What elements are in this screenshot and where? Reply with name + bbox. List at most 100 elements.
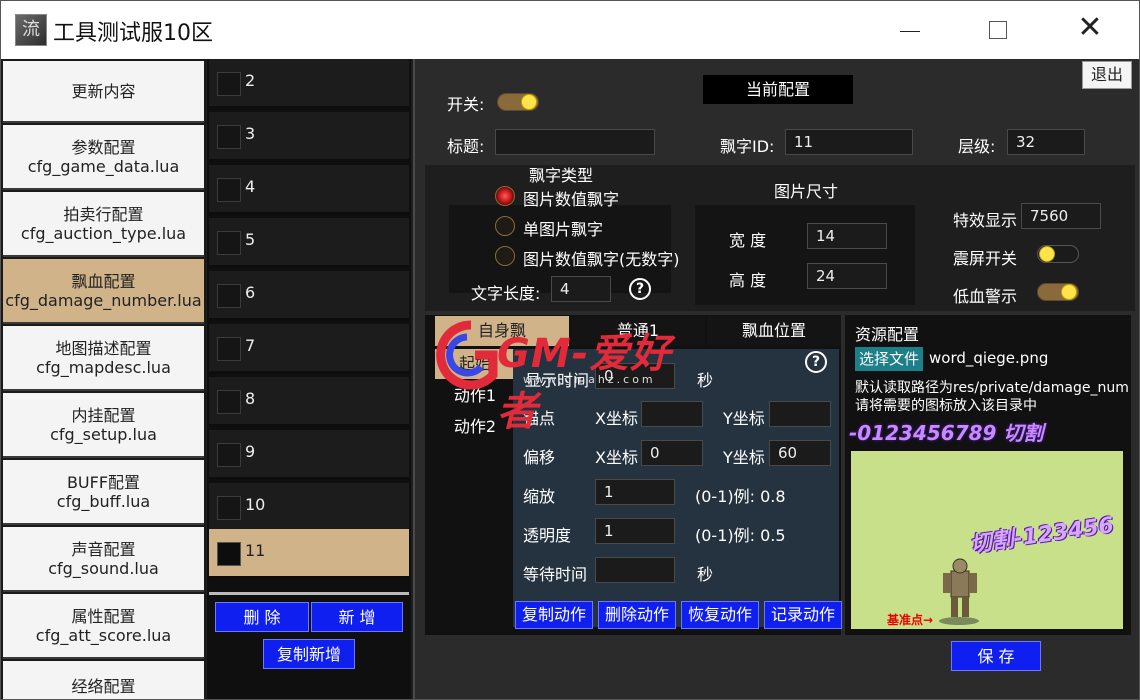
list-item[interactable]: 8 xyxy=(209,377,409,427)
display-time-label: 显示时间 xyxy=(525,371,590,390)
list-item-checkbox[interactable] xyxy=(217,178,241,202)
subtab-action2[interactable]: 动作2 xyxy=(435,412,515,442)
sidebar-item-buff[interactable]: BUFF配置 cfg_buff.lua xyxy=(3,460,204,525)
list-item-checkbox[interactable] xyxy=(217,443,241,467)
tab-self[interactable]: 自身飘 xyxy=(435,316,569,346)
shake-toggle[interactable] xyxy=(1037,245,1079,263)
list-item[interactable]: 3 xyxy=(209,112,409,162)
title-input[interactable] xyxy=(495,129,655,155)
preview-canvas: 切割-123456 基准点→ xyxy=(851,451,1123,629)
width-input[interactable]: 14 xyxy=(807,223,887,249)
resource-title: 资源配置 xyxy=(855,325,920,344)
list-item-checkbox[interactable] xyxy=(217,390,241,414)
tab-target[interactable]: 普通1 xyxy=(571,316,705,346)
text-length-input[interactable]: 4 xyxy=(551,276,611,302)
list-item-id: 8 xyxy=(245,389,256,408)
copy-action-button[interactable]: 复制动作 xyxy=(515,601,593,629)
alpha-hint: (0-1)例: 0.5 xyxy=(695,526,786,545)
list-item-selected[interactable]: 11 xyxy=(209,529,409,579)
list-item-checkbox[interactable] xyxy=(217,125,241,149)
list-item[interactable]: 2 xyxy=(209,59,409,109)
list-item-checkbox[interactable] xyxy=(217,542,241,566)
layer-label: 层级: xyxy=(958,137,996,156)
copy-add-button[interactable]: 复制新增 xyxy=(263,639,355,669)
list-item-id: 10 xyxy=(245,495,266,514)
list-item[interactable]: 7 xyxy=(209,324,409,374)
list-item-checkbox[interactable] xyxy=(217,231,241,255)
float-type-option: 单图片飘字 xyxy=(523,220,604,239)
anchor-y-input[interactable] xyxy=(769,401,831,427)
float-type-radio[interactable] xyxy=(495,216,515,236)
scale-input[interactable]: 1 xyxy=(595,479,675,505)
number-font-preview: -0123456789 切割 xyxy=(849,421,1044,445)
sidebar-item-label: 飘血配置 xyxy=(71,271,136,291)
list-item-checkbox[interactable] xyxy=(217,284,241,308)
sidebar-item-update[interactable]: 更新内容 xyxy=(3,61,204,123)
close-button[interactable]: ✕ xyxy=(1067,9,1113,49)
shake-label: 震屏开关 xyxy=(953,249,1018,268)
sidebar-item-label: 经络配置 xyxy=(71,677,136,696)
toggle-knob xyxy=(1039,246,1055,262)
offset-y-input[interactable]: 60 xyxy=(769,440,831,466)
wait-input[interactable] xyxy=(595,557,675,583)
subtab-action1[interactable]: 动作1 xyxy=(435,381,515,411)
list-item-id: 5 xyxy=(245,230,256,249)
maximize-button[interactable] xyxy=(975,9,1021,49)
delete-button[interactable]: 删 除 xyxy=(215,602,309,632)
offset-label: 偏移 xyxy=(523,448,556,467)
list-divider xyxy=(209,592,409,595)
list-item[interactable]: 5 xyxy=(209,218,409,268)
sidebar-item-file: cfg_sound.lua xyxy=(48,558,159,578)
list-item-checkbox[interactable] xyxy=(217,337,241,361)
sidebar-item-sound[interactable]: 声音配置 cfg_sound.lua xyxy=(3,527,204,592)
title-bar: 流 工具测试服10区 ✕ xyxy=(1,1,1139,59)
float-type-radio-selected[interactable] xyxy=(495,186,515,206)
list-item-id: 6 xyxy=(245,283,256,302)
list-item-id: 9 xyxy=(245,442,256,461)
help-icon[interactable]: ? xyxy=(805,351,827,373)
list-item[interactable]: 6 xyxy=(209,271,409,321)
help-icon[interactable]: ? xyxy=(629,278,651,300)
layer-input[interactable]: 32 xyxy=(1007,129,1085,155)
lowhp-toggle[interactable] xyxy=(1037,283,1079,301)
switch-toggle[interactable] xyxy=(497,93,539,111)
height-input[interactable]: 24 xyxy=(807,263,887,289)
list-item[interactable]: 10 xyxy=(209,483,409,533)
list-item[interactable]: 9 xyxy=(209,430,409,480)
sidebar-item-file: cfg_setup.lua xyxy=(50,424,157,444)
effect-input[interactable]: 7560 xyxy=(1021,203,1101,229)
sidebar-item-label: 地图描述配置 xyxy=(55,338,152,358)
sidebar-item-mapdesc[interactable]: 地图描述配置 cfg_mapdesc.lua xyxy=(3,326,204,391)
wait-label: 等待时间 xyxy=(523,565,588,584)
delete-action-button[interactable]: 删除动作 xyxy=(598,601,676,629)
config-sidebar: 更新内容 参数配置 cfg_game_data.lua 拍卖行配置 cfg_auct… xyxy=(1,59,206,699)
exit-button[interactable]: 退出 xyxy=(1082,61,1132,89)
sidebar-item-meridian[interactable]: 经络配置 xyxy=(3,661,204,699)
effect-label: 特效显示 xyxy=(953,211,1018,230)
list-item-checkbox[interactable] xyxy=(217,72,241,96)
list-item-id: 7 xyxy=(245,336,256,355)
image-size-box xyxy=(695,205,915,305)
sidebar-item-setup[interactable]: 内挂配置 cfg_setup.lua xyxy=(3,393,204,458)
offset-x-input[interactable]: 0 xyxy=(641,440,703,466)
choose-file-button[interactable]: 选择文件 xyxy=(855,347,923,371)
list-item-checkbox[interactable] xyxy=(217,496,241,520)
alpha-label: 透明度 xyxy=(523,526,572,545)
float-type-radio[interactable] xyxy=(495,246,515,266)
subtab-start[interactable]: 起始 xyxy=(435,349,515,379)
list-item[interactable]: 4 xyxy=(209,165,409,215)
minimize-button[interactable] xyxy=(887,9,933,49)
tab-position[interactable]: 飘血位置 xyxy=(707,316,841,346)
add-button[interactable]: 新 增 xyxy=(311,602,403,632)
display-time-input[interactable]: 0 xyxy=(595,363,675,389)
anchor-x-input[interactable] xyxy=(641,401,703,427)
sidebar-item-damage-number[interactable]: 飘血配置 cfg_damage_number.lua xyxy=(3,259,204,324)
sidebar-item-att-score[interactable]: 属性配置 cfg_att_score.lua xyxy=(3,594,204,659)
restore-action-button[interactable]: 恢复动作 xyxy=(681,601,759,629)
save-button[interactable]: 保 存 xyxy=(951,641,1041,671)
sidebar-item-auction[interactable]: 拍卖行配置 cfg_auction_type.lua xyxy=(3,192,204,257)
sidebar-item-game-data[interactable]: 参数配置 cfg_game_data.lua xyxy=(3,125,204,190)
float-id-input[interactable]: 11 xyxy=(785,129,913,155)
record-action-button[interactable]: 记录动作 xyxy=(764,601,842,629)
alpha-input[interactable]: 1 xyxy=(595,518,675,544)
